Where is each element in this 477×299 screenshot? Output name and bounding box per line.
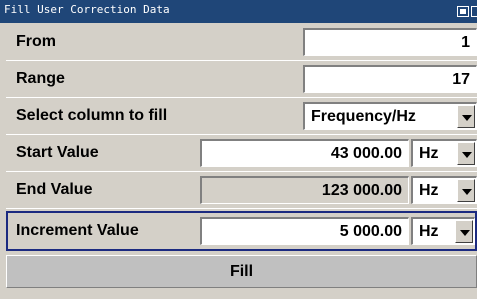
- dropdown-arrow-icon[interactable]: [457, 142, 475, 165]
- start-value-field[interactable]: 43 000.00: [200, 139, 409, 167]
- row-increment-value: Increment Value 5 000.00 Hz: [6, 211, 477, 251]
- column-select-value: Frequency/Hz: [311, 108, 416, 125]
- column-select[interactable]: Frequency/Hz: [303, 102, 477, 130]
- dropdown-arrow-icon[interactable]: [457, 179, 475, 202]
- window-toggle-icon[interactable]: [457, 6, 469, 17]
- increment-unit-select[interactable]: Hz: [411, 217, 475, 245]
- dropdown-arrow-icon[interactable]: [455, 220, 473, 243]
- row-from: From 1: [6, 24, 477, 60]
- fill-user-correction-dialog: Fill User Correction Data From 1 Range 1…: [0, 0, 477, 299]
- title-bar: Fill User Correction Data: [0, 0, 477, 23]
- end-unit-select[interactable]: Hz: [411, 176, 477, 204]
- row-end-value: End Value 123 000.00 Hz: [6, 172, 477, 208]
- range-field[interactable]: 17: [303, 65, 477, 93]
- end-value-field: 123 000.00: [200, 176, 409, 204]
- window-close-icon[interactable]: [471, 6, 477, 17]
- row-range: Range 17: [6, 61, 477, 97]
- end-value-label: End Value: [16, 181, 93, 198]
- row-start-value: Start Value 43 000.00 Hz: [6, 135, 477, 171]
- row-select-column: Select column to fill Frequency/Hz: [6, 98, 477, 134]
- start-unit-select[interactable]: Hz: [411, 139, 477, 167]
- fill-button[interactable]: Fill: [6, 255, 477, 288]
- start-value-label: Start Value: [16, 144, 99, 161]
- window-title: Fill User Correction Data: [4, 3, 170, 16]
- end-unit-value: Hz: [419, 182, 439, 199]
- increment-value-label: Increment Value: [16, 222, 139, 239]
- increment-value-field[interactable]: 5 000.00: [200, 217, 409, 245]
- divider: [6, 208, 477, 209]
- select-column-label: Select column to fill: [16, 107, 168, 124]
- start-unit-value: Hz: [419, 145, 439, 162]
- dropdown-arrow-icon[interactable]: [457, 105, 475, 128]
- from-label: From: [16, 33, 56, 50]
- from-field[interactable]: 1: [303, 28, 477, 56]
- increment-unit-value: Hz: [419, 223, 439, 240]
- range-label: Range: [16, 70, 65, 87]
